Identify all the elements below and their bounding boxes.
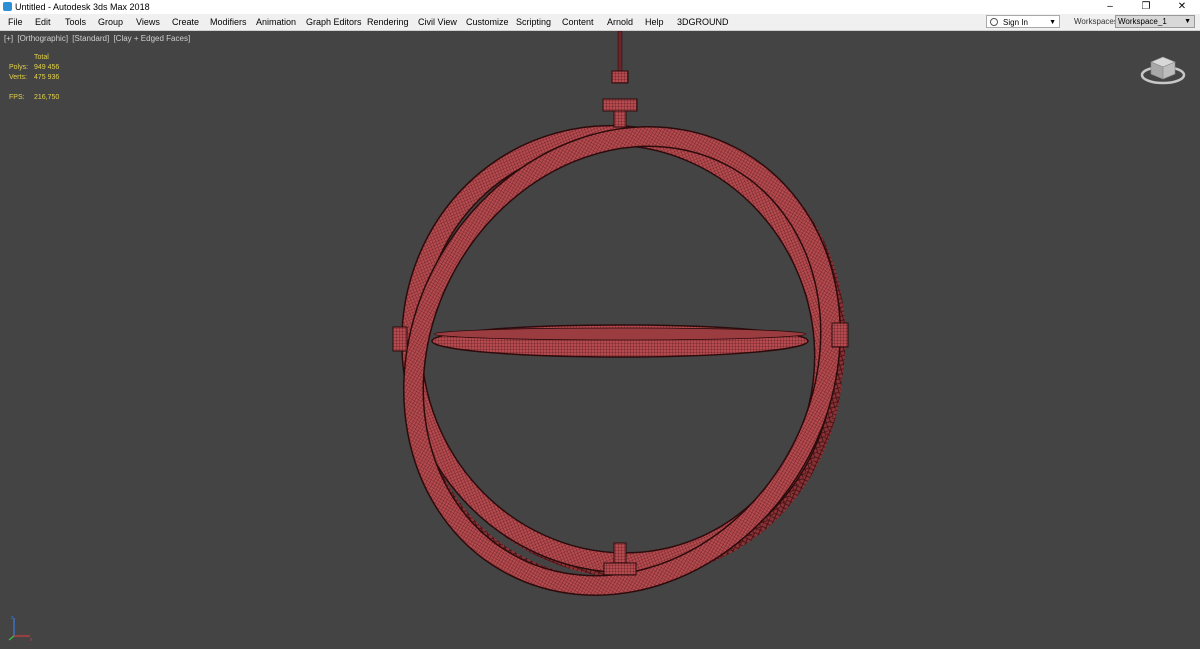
workspace-select[interactable]: Workspace_1 ▼ [1115, 15, 1195, 28]
menu-rendering[interactable]: Rendering [367, 14, 409, 30]
window-title: Untitled - Autodesk 3ds Max 2018 [15, 2, 150, 12]
close-button[interactable]: ✕ [1164, 0, 1200, 14]
sign-in-dropdown[interactable]: Sign In ▼ [986, 15, 1060, 28]
bottom-connector [613, 542, 627, 566]
menu-customize[interactable]: Customize [466, 14, 509, 30]
menu-help[interactable]: Help [645, 14, 664, 30]
menu-3dground[interactable]: 3DGROUND [677, 14, 729, 30]
top-mount [611, 70, 629, 84]
top-clamp [602, 98, 638, 112]
menu-tools[interactable]: Tools [65, 14, 86, 30]
minimize-button[interactable]: – [1092, 0, 1128, 14]
menu-civil-view[interactable]: Civil View [418, 14, 457, 30]
menu-content[interactable]: Content [562, 14, 594, 30]
inner-ring-top-edge [433, 327, 807, 341]
menu-graph-editors[interactable]: Graph Editors [306, 14, 362, 30]
user-icon [990, 18, 998, 26]
workspace-value: Workspace_1 [1118, 17, 1167, 26]
viewcube-icon[interactable] [1140, 51, 1186, 87]
sign-in-label: Sign In [1003, 18, 1028, 27]
svg-text:x: x [30, 637, 33, 643]
menu-arnold[interactable]: Arnold [607, 14, 633, 30]
axis-tripod-icon: z x [8, 615, 33, 643]
app-icon [3, 2, 12, 11]
menu-group[interactable]: Group [98, 14, 123, 30]
right-connector [831, 322, 849, 348]
left-connector [392, 326, 408, 352]
bottom-clamp [603, 562, 637, 576]
ring-chandelier-model[interactable] [0, 31, 1200, 649]
hanging-rod [617, 31, 623, 72]
menu-edit[interactable]: Edit [35, 14, 51, 30]
chevron-down-icon: ▼ [1184, 18, 1191, 25]
viewport-orthographic[interactable]: [+] [Orthographic] [Standard] [Clay + Ed… [0, 31, 1200, 649]
title-bar: Untitled - Autodesk 3ds Max 2018 – ❐ ✕ [0, 0, 1200, 14]
top-connector [613, 108, 627, 128]
menu-modifiers[interactable]: Modifiers [210, 14, 247, 30]
menu-animation[interactable]: Animation [256, 14, 296, 30]
menu-create[interactable]: Create [172, 14, 199, 30]
maximize-button[interactable]: ❐ [1128, 0, 1164, 14]
menu-file[interactable]: File [8, 14, 23, 30]
workspaces-label: Workspaces: [1074, 17, 1121, 26]
menu-scripting[interactable]: Scripting [516, 14, 551, 30]
menu-views[interactable]: Views [136, 14, 160, 30]
chevron-down-icon: ▼ [1049, 19, 1056, 26]
